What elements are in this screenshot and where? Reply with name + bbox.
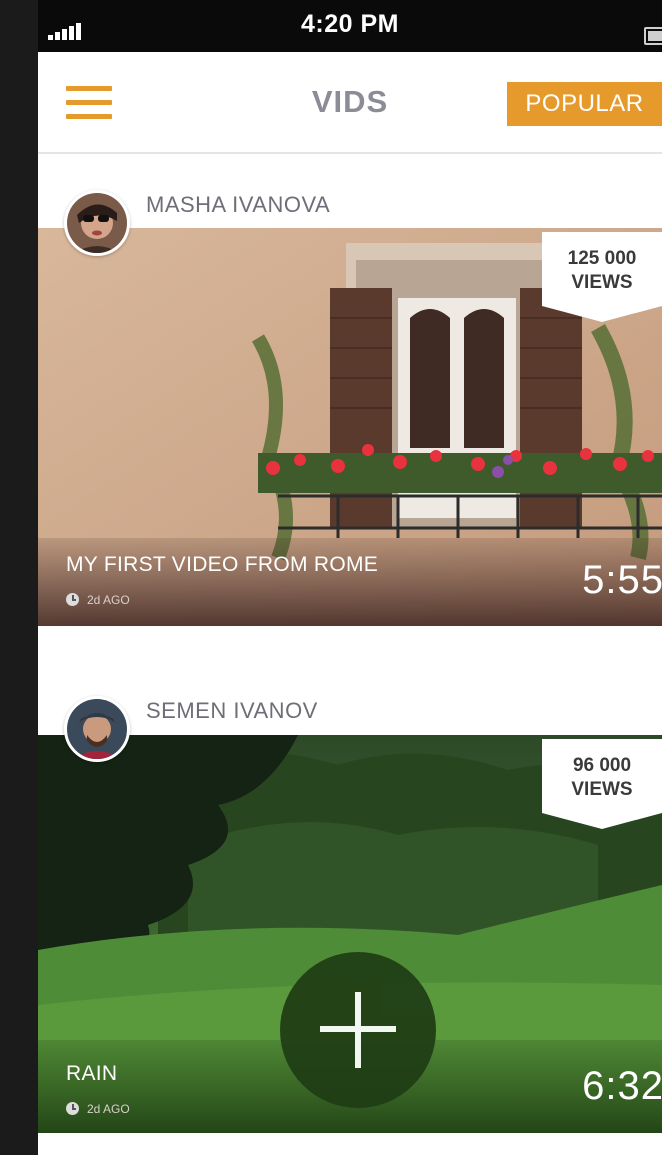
- views-badge: 125 000 VIEWS: [542, 232, 662, 322]
- clock-icon: [66, 593, 79, 606]
- video-age: 2d AGO: [66, 593, 130, 607]
- clock-icon: [66, 1102, 79, 1115]
- views-badge: 96 000 VIEWS: [542, 739, 662, 829]
- views-label: VIEWS: [571, 779, 633, 800]
- phone-screen: 4:20 PM VIDS POPULAR MASHA IVANOVA 125 0…: [38, 0, 662, 1155]
- nav-bar: VIDS POPULAR: [38, 52, 662, 154]
- video-age: 2d AGO: [66, 1102, 130, 1116]
- author-avatar[interactable]: [64, 190, 130, 256]
- status-time: 4:20 PM: [301, 10, 399, 38]
- video-age-text: 2d AGO: [87, 1102, 130, 1116]
- video-duration: 5:55: [582, 558, 662, 602]
- status-bar: 4:20 PM: [38, 0, 662, 52]
- views-label: VIEWS: [571, 272, 633, 293]
- video-title: MY FIRST VIDEO FROM ROME: [66, 553, 379, 576]
- video-age-text: 2d AGO: [87, 593, 130, 607]
- video-caption: MY FIRST VIDEO FROM ROME 2d AGO 5:55: [38, 538, 662, 626]
- views-count: 96 000: [572, 755, 632, 776]
- author-name[interactable]: SEMEN IVANOV: [146, 698, 318, 724]
- add-video-button[interactable]: [280, 952, 436, 1108]
- views-count: 125 000: [567, 248, 637, 269]
- video-title: RAIN: [66, 1062, 118, 1085]
- battery-icon: [644, 27, 662, 45]
- author-name[interactable]: MASHA IVANOVA: [146, 192, 330, 218]
- video-duration: 6:32: [582, 1064, 662, 1108]
- popular-button[interactable]: POPULAR: [507, 82, 662, 126]
- video-thumbnail[interactable]: 125 000 VIEWS MY FIRST VIDEO FROM ROME 2…: [38, 228, 662, 626]
- author-avatar[interactable]: [64, 696, 130, 762]
